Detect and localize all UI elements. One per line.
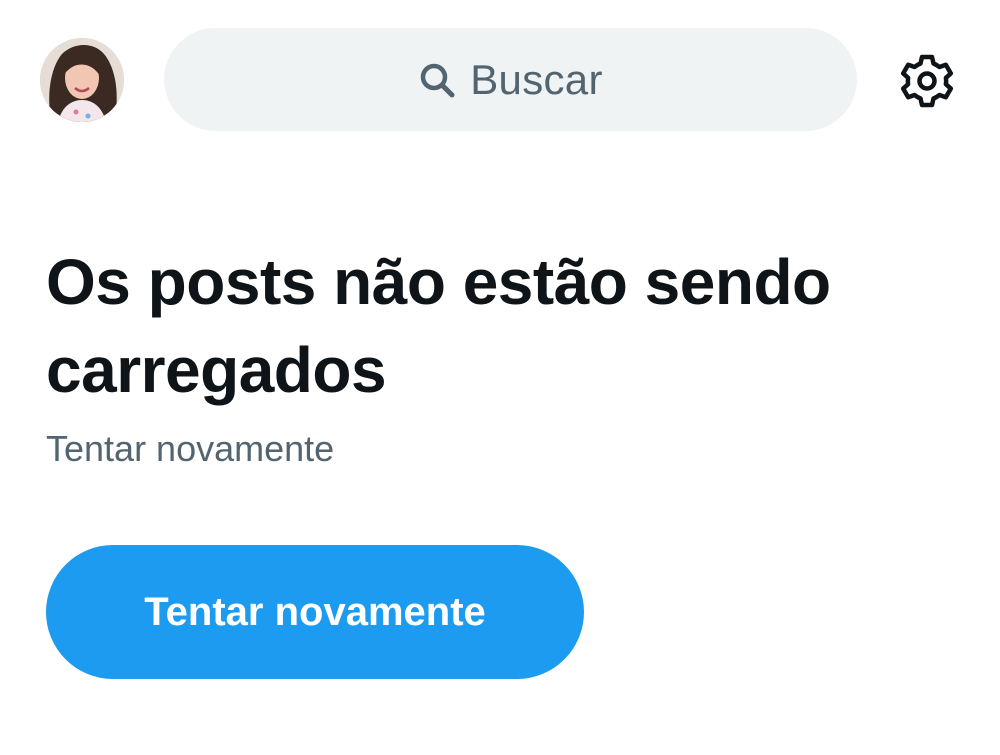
settings-button[interactable] (898, 52, 956, 110)
search-placeholder: Buscar (470, 55, 603, 103)
error-title: Os posts não estão sendo carregados (46, 246, 831, 406)
search-icon (418, 61, 456, 99)
profile-avatar[interactable] (40, 38, 124, 122)
error-message: Tentar novamente (46, 428, 335, 469)
search-input[interactable]: Buscar (164, 28, 857, 131)
avatar-photo-icon (40, 38, 124, 122)
gear-icon (900, 54, 954, 108)
retry-button[interactable]: Tentar novamente (46, 545, 584, 679)
